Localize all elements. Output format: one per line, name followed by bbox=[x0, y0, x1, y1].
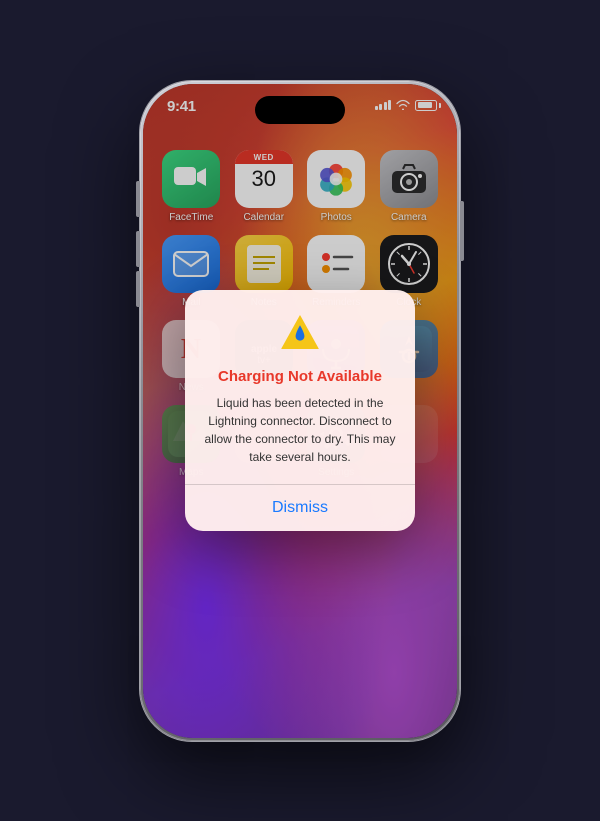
alert-title: Charging Not Available bbox=[218, 368, 382, 386]
alert-overlay: Charging Not Available Liquid has been d… bbox=[143, 84, 457, 738]
phone-frame: 9:41 bbox=[140, 81, 460, 741]
alert-content: Charging Not Available Liquid has been d… bbox=[185, 290, 415, 484]
alert-message: Liquid has been detected in the Lightnin… bbox=[203, 394, 397, 466]
alert-dialog: Charging Not Available Liquid has been d… bbox=[185, 290, 415, 531]
phone-inner: 9:41 bbox=[143, 84, 457, 738]
alert-dismiss-button[interactable]: Dismiss bbox=[185, 485, 415, 531]
screen: 9:41 bbox=[143, 84, 457, 738]
alert-warning-icon bbox=[278, 312, 322, 356]
